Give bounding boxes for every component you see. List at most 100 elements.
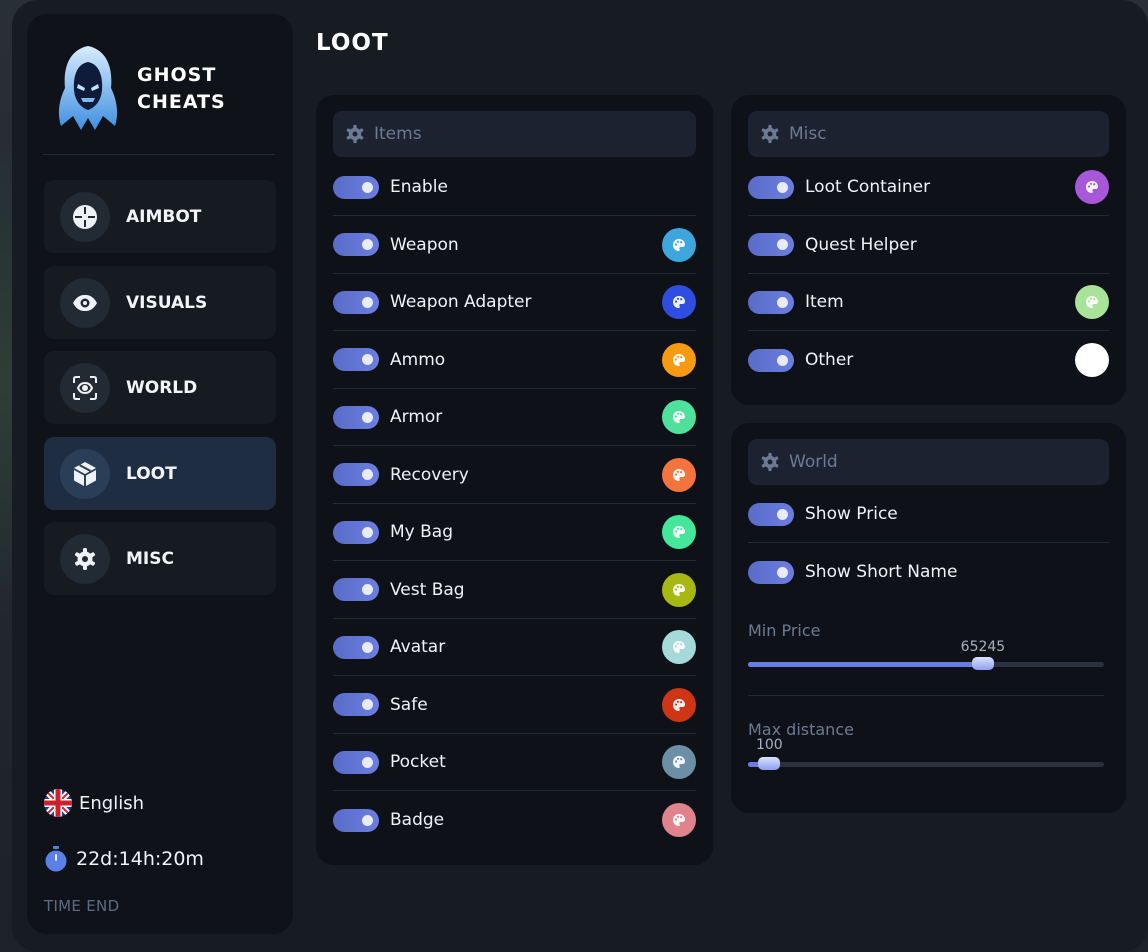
world-panel-title: World: [789, 452, 838, 472]
max-distance-slider-block: Max distance 100: [748, 720, 1104, 780]
color-picker-weapon[interactable]: [662, 227, 696, 262]
palette-icon: [672, 698, 686, 712]
label-weapon: Weapon: [390, 234, 459, 255]
world-row-show-price: Show Price: [748, 486, 1109, 543]
world-panel: World Show Price Show Short Name Min Pric…: [731, 423, 1126, 813]
items-row-armor: Armor: [333, 389, 696, 446]
toggle-recovery[interactable]: [333, 463, 379, 486]
toggle-loot-container[interactable]: [748, 175, 794, 199]
color-picker-pocket[interactable]: [662, 745, 696, 779]
box-icon: [60, 448, 110, 499]
nav-item-misc[interactable]: MISC: [44, 522, 276, 595]
toggle-ammo[interactable]: [333, 348, 379, 371]
palette-icon: [672, 468, 686, 482]
max-distance-label: Max distance: [748, 720, 854, 739]
items-row-recovery: Recovery: [333, 447, 696, 504]
nav-item-loot[interactable]: LOOT: [44, 437, 276, 510]
label-item: Item: [805, 292, 844, 312]
items-row-ammo: Ammo: [333, 332, 696, 389]
misc-panel-title: Misc: [789, 124, 827, 144]
misc-row-quest-helper: Quest Helper: [748, 217, 1109, 274]
min-price-label: Min Price: [748, 621, 821, 640]
toggle-quest-helper[interactable]: [748, 233, 794, 256]
max-distance-value: 100: [755, 737, 783, 753]
sidebar: GHOST CHEATS AIMBOT VISUALS WORLD LOOT M…: [27, 14, 293, 934]
toggle-safe[interactable]: [333, 693, 379, 716]
misc-row-other: Other: [748, 332, 1109, 389]
stopwatch-icon: [45, 846, 67, 872]
label-safe: Safe: [390, 694, 428, 715]
palette-icon: [672, 410, 686, 424]
items-row-my-bag: My Bag: [333, 504, 696, 561]
brand-name: GHOST CHEATS: [137, 62, 277, 116]
nav-item-world[interactable]: WORLD: [44, 351, 276, 424]
toggle-weapon-adapter[interactable]: [333, 290, 379, 314]
toggle-show-price[interactable]: [748, 502, 794, 526]
brand-line-1: GHOST: [137, 64, 217, 86]
toggle-other[interactable]: [748, 348, 794, 372]
palette-icon: [672, 295, 686, 309]
color-picker-safe[interactable]: [662, 687, 696, 722]
color-picker-my-bag[interactable]: [662, 515, 696, 549]
ghost-logo-icon: [58, 46, 118, 130]
toggle-enable[interactable]: [333, 175, 379, 199]
palette-icon: [672, 640, 686, 654]
color-picker-recovery[interactable]: [662, 457, 696, 492]
color-picker-ammo[interactable]: [662, 342, 696, 377]
nav-item-visuals[interactable]: VISUALS: [44, 266, 276, 339]
sidebar-divider: [43, 154, 275, 155]
toggle-item[interactable]: [748, 290, 794, 314]
label-armor: Armor: [390, 407, 443, 427]
label-vest-bag: Vest Bag: [390, 579, 465, 600]
toggle-pocket[interactable]: [333, 750, 379, 774]
items-row-avatar: Avatar: [333, 619, 696, 676]
toggle-vest-bag[interactable]: [333, 578, 379, 601]
toggle-show-short-name[interactable]: [748, 560, 794, 584]
timer-value: 22d:14h:20m: [76, 848, 204, 870]
color-picker-armor[interactable]: [662, 400, 696, 434]
items-panel-title: Items: [374, 124, 422, 144]
nav-label-visuals: VISUALS: [126, 292, 208, 313]
color-picker-weapon-adapter[interactable]: [662, 285, 696, 319]
gear-icon: [60, 533, 110, 584]
max-distance-slider[interactable]: [748, 757, 1104, 770]
nav-label-aimbot: AIMBOT: [126, 206, 202, 227]
nav-label-misc: MISC: [126, 548, 174, 569]
label-quest-helper: Quest Helper: [805, 234, 917, 255]
gear-icon: [761, 452, 779, 472]
toggle-my-bag[interactable]: [333, 520, 379, 544]
color-picker-item[interactable]: [1075, 285, 1109, 319]
color-picker-vest-bag[interactable]: [662, 572, 696, 607]
min-price-slider-thumb[interactable]: [971, 657, 994, 670]
brand-line-2: CHEATS: [137, 91, 226, 113]
toggle-avatar[interactable]: [333, 635, 379, 659]
page-title: LOOT: [316, 30, 389, 56]
color-picker-other[interactable]: [1075, 343, 1109, 377]
language-selector[interactable]: English: [44, 789, 144, 817]
palette-icon: [1085, 180, 1099, 194]
color-picker-loot-container[interactable]: [1075, 170, 1109, 204]
misc-panel-header: Misc: [748, 111, 1109, 157]
eye-icon: [60, 277, 110, 328]
min-price-value: 65245: [960, 639, 1006, 655]
scan-eye-icon: [60, 362, 110, 413]
items-row-badge: Badge: [333, 792, 696, 849]
misc-row-loot-container: Loot Container: [748, 159, 1109, 216]
items-panel-header: Items: [333, 111, 696, 157]
toggle-weapon[interactable]: [333, 233, 379, 256]
label-other: Other: [805, 350, 854, 370]
label-badge: Badge: [390, 810, 445, 830]
max-distance-slider-thumb[interactable]: [758, 757, 781, 770]
color-picker-badge[interactable]: [662, 803, 696, 837]
toggle-badge[interactable]: [333, 808, 379, 832]
min-price-slider[interactable]: [748, 657, 1104, 670]
label-loot-container: Loot Container: [805, 177, 931, 197]
label-enable: Enable: [390, 177, 448, 197]
nav-item-aimbot[interactable]: AIMBOT: [44, 180, 276, 253]
time-end-caption: TIME END: [44, 897, 120, 915]
palette-icon: [672, 353, 686, 367]
misc-panel: Misc Loot Container Quest Helper Item Other: [731, 95, 1126, 405]
color-picker-avatar[interactable]: [662, 630, 696, 664]
items-row-safe: Safe: [333, 677, 696, 734]
toggle-armor[interactable]: [333, 405, 379, 429]
